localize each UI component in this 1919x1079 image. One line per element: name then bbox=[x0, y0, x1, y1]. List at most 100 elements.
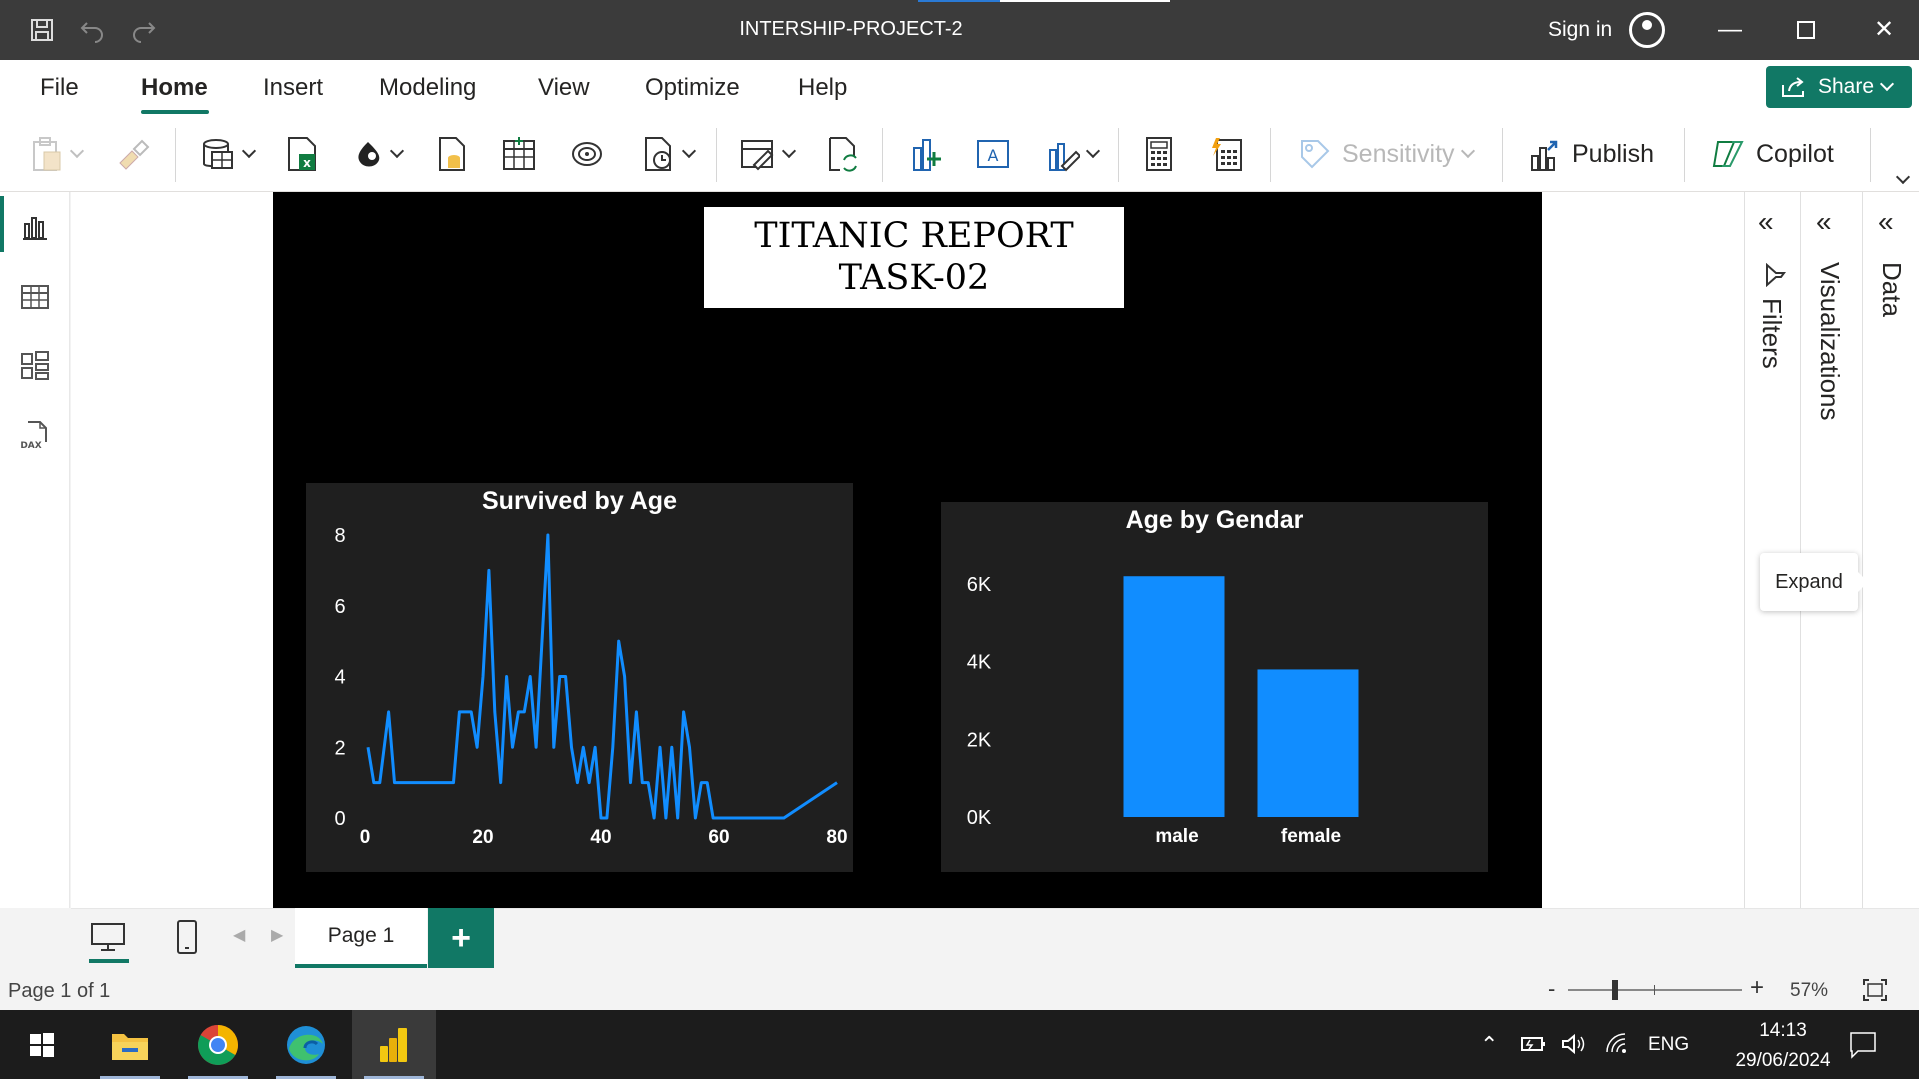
data-pane-label[interactable]: Data bbox=[1876, 262, 1907, 317]
minimize-button[interactable]: — bbox=[1710, 14, 1750, 46]
database-icon bbox=[203, 139, 233, 169]
sensitivity-button[interactable]: Sensitivity bbox=[1298, 134, 1475, 174]
paste-button[interactable] bbox=[30, 134, 85, 174]
report-view-icon[interactable] bbox=[20, 212, 50, 242]
y-tick-label: 0K bbox=[967, 807, 992, 829]
edge-icon bbox=[287, 1025, 325, 1064]
power-bi-app[interactable] bbox=[352, 1010, 436, 1079]
onelake-button[interactable] bbox=[352, 134, 405, 174]
survived-by-age-chart[interactable]: Survived by Age 0 2 4 6 8 0 20 40 60 80 bbox=[306, 483, 853, 872]
previous-page-icon[interactable]: ◀ bbox=[233, 925, 245, 945]
dataverse-button[interactable] bbox=[436, 134, 468, 174]
edge-app[interactable] bbox=[264, 1010, 348, 1079]
recent-sources-button[interactable] bbox=[642, 134, 697, 174]
table-view-icon[interactable] bbox=[20, 282, 50, 312]
menu-insert[interactable]: Insert bbox=[263, 74, 323, 102]
y-tick-label: 6 bbox=[334, 596, 345, 618]
new-measure-button[interactable] bbox=[1144, 134, 1174, 174]
view-switcher-rail: DAX bbox=[0, 192, 70, 908]
bar-male[interactable] bbox=[1123, 576, 1225, 817]
enter-data-button[interactable] bbox=[502, 134, 536, 174]
volume-icon[interactable] bbox=[1560, 1032, 1590, 1056]
clock-date[interactable]: 29/06/2024 bbox=[1710, 1050, 1856, 1072]
ribbon-separator bbox=[882, 128, 883, 182]
new-visual-button[interactable] bbox=[908, 134, 942, 174]
start-button[interactable] bbox=[0, 1010, 84, 1079]
format-painter-button[interactable] bbox=[116, 134, 150, 174]
pane-separator bbox=[1744, 192, 1745, 908]
chrome-app[interactable] bbox=[176, 1010, 260, 1079]
ribbon-toolbar: x A Sensitivity Publish Copilot bbox=[0, 116, 1919, 192]
zoom-level[interactable]: 57% bbox=[1790, 980, 1828, 1002]
zoom-slider-track[interactable] bbox=[1568, 989, 1742, 991]
share-button[interactable]: Share bbox=[1766, 66, 1912, 108]
x-tick-label: 0 bbox=[360, 827, 371, 848]
more-visuals-button[interactable] bbox=[1046, 134, 1101, 174]
copilot-button[interactable]: Copilot bbox=[1710, 134, 1834, 174]
ribbon-separator bbox=[1118, 128, 1119, 182]
refresh-button[interactable] bbox=[826, 134, 860, 174]
account-avatar-icon[interactable] bbox=[1629, 12, 1665, 48]
age-by-gender-chart[interactable]: Age by Gendar 0K 2K 4K 6K male female bbox=[941, 502, 1488, 872]
menu-modeling[interactable]: Modeling bbox=[379, 74, 476, 102]
language-indicator[interactable]: ENG bbox=[1648, 1034, 1689, 1056]
x-tick-label: 60 bbox=[708, 827, 729, 848]
file-explorer-app[interactable] bbox=[88, 1010, 172, 1079]
expand-filters-icon[interactable]: « bbox=[1758, 206, 1774, 238]
clock-time[interactable]: 14:13 bbox=[1738, 1020, 1828, 1042]
battery-icon[interactable] bbox=[1518, 1032, 1548, 1056]
notifications-icon[interactable] bbox=[1848, 1030, 1878, 1060]
menu-help[interactable]: Help bbox=[798, 74, 847, 102]
maximize-button[interactable] bbox=[1786, 14, 1826, 46]
zoom-in-button[interactable]: + bbox=[1750, 974, 1764, 1002]
menu-home[interactable]: Home bbox=[141, 74, 208, 102]
svg-text:A: A bbox=[988, 146, 999, 165]
wifi-icon[interactable] bbox=[1604, 1032, 1634, 1056]
bar-female[interactable] bbox=[1257, 669, 1359, 817]
text-box-button[interactable]: A bbox=[974, 134, 1012, 174]
model-view-icon[interactable] bbox=[20, 350, 50, 380]
zoom-slider-thumb[interactable] bbox=[1612, 980, 1618, 1000]
expand-visualizations-icon[interactable]: « bbox=[1816, 206, 1832, 238]
report-title-textbox[interactable]: TITANIC REPORT TASK-02 bbox=[704, 207, 1124, 308]
menu-file[interactable]: File bbox=[40, 74, 79, 102]
next-page-icon[interactable]: ▶ bbox=[271, 925, 283, 945]
add-page-button[interactable]: + bbox=[428, 908, 494, 968]
close-button[interactable]: ✕ bbox=[1864, 14, 1904, 46]
y-tick-label: 2K bbox=[967, 729, 992, 751]
windows-taskbar: ⌃ ENG 14:13 29/06/2024 bbox=[0, 1010, 1919, 1079]
dax-query-view-icon[interactable]: DAX bbox=[20, 420, 50, 450]
menu-view[interactable]: View bbox=[538, 74, 590, 102]
publish-button[interactable]: Publish bbox=[1528, 134, 1654, 174]
expand-data-icon[interactable]: « bbox=[1878, 206, 1894, 238]
ribbon-separator bbox=[175, 128, 176, 182]
ribbon-separator bbox=[1502, 128, 1503, 182]
get-data-button[interactable] bbox=[200, 134, 257, 174]
desktop-layout-icon[interactable] bbox=[89, 921, 127, 955]
status-bar: Page 1 of 1 - + 57% bbox=[0, 970, 1919, 1010]
filters-pane-label[interactable]: Filters bbox=[1756, 298, 1787, 369]
show-hidden-icons[interactable]: ⌃ bbox=[1480, 1032, 1498, 1058]
sign-in-link[interactable]: Sign in bbox=[1548, 18, 1612, 42]
chevron-down-icon bbox=[681, 143, 697, 159]
windows-logo-icon bbox=[30, 1032, 54, 1057]
transform-data-button[interactable] bbox=[740, 134, 797, 174]
sensitivity-label: Sensitivity bbox=[1342, 139, 1455, 168]
visualizations-pane-label[interactable]: Visualizations bbox=[1814, 262, 1845, 421]
zoom-out-button[interactable]: - bbox=[1548, 976, 1555, 1002]
chevron-down-icon bbox=[241, 143, 257, 159]
datamart-button[interactable] bbox=[570, 134, 604, 174]
excel-button[interactable]: x bbox=[285, 134, 319, 174]
excel-icon: x bbox=[288, 137, 316, 171]
more-visuals-icon bbox=[1049, 143, 1080, 172]
mobile-layout-icon[interactable] bbox=[175, 919, 199, 957]
survived-series-line[interactable] bbox=[366, 533, 838, 820]
svg-text:x: x bbox=[303, 156, 311, 170]
onelake-icon bbox=[358, 142, 380, 167]
page-tab[interactable]: Page 1 bbox=[295, 908, 427, 968]
quick-measure-button[interactable] bbox=[1210, 134, 1244, 174]
chevron-down-icon bbox=[1895, 169, 1911, 185]
fit-to-page-icon[interactable] bbox=[1862, 978, 1888, 1002]
table-icon bbox=[503, 137, 535, 170]
menu-optimize[interactable]: Optimize bbox=[645, 74, 740, 102]
